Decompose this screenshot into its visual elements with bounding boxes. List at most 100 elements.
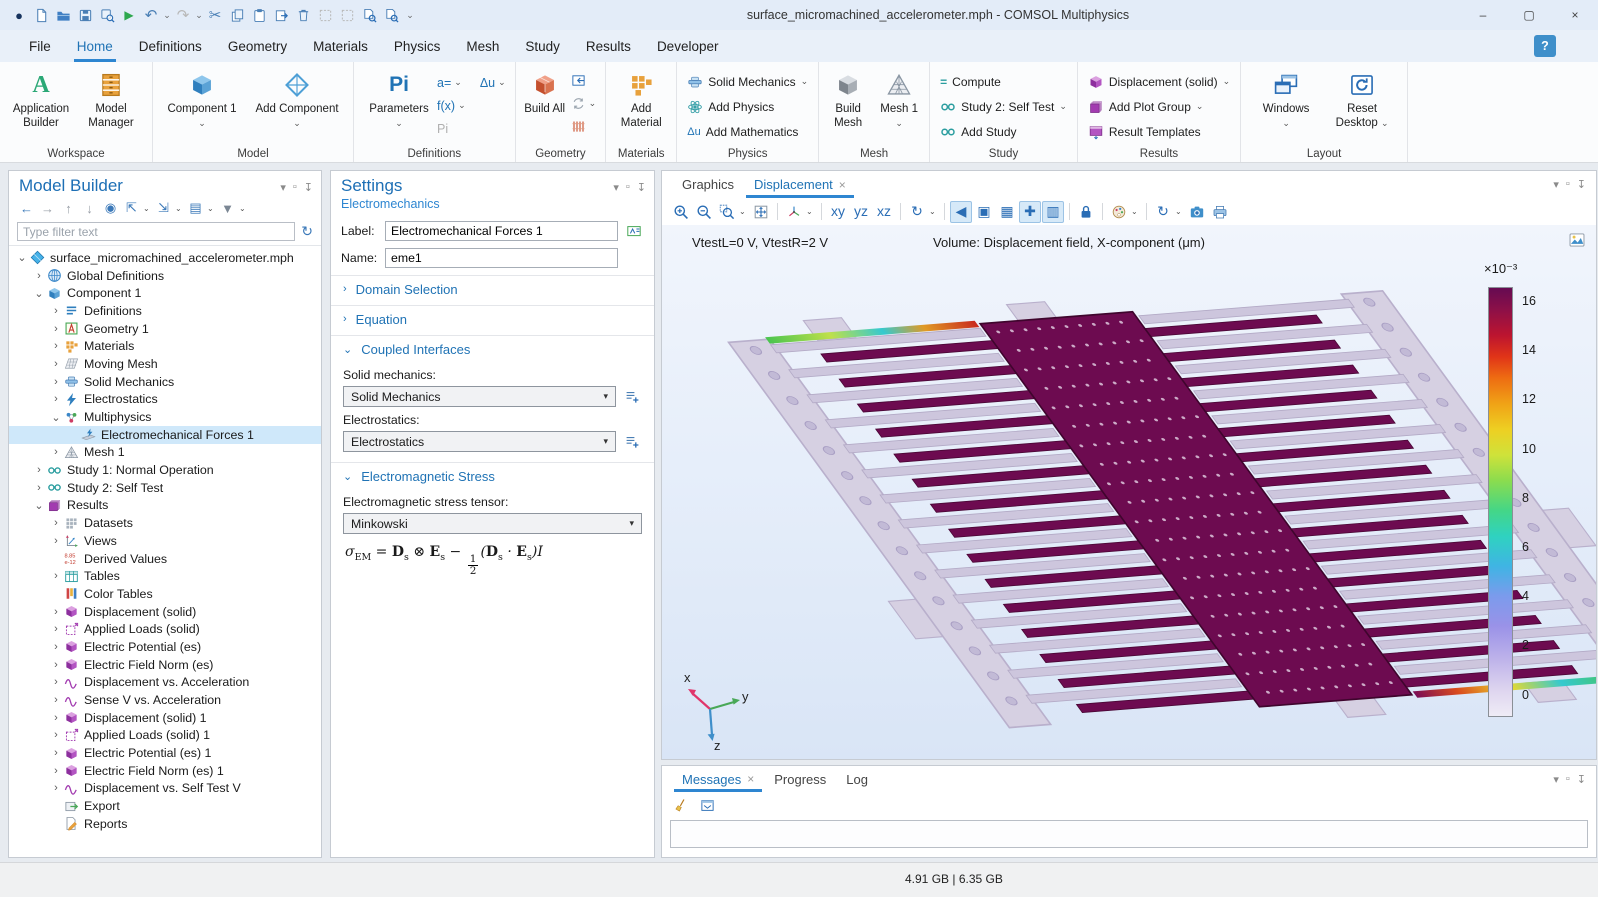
electrostatics-select[interactable]: Electrostatics▾: [343, 431, 616, 452]
view-xy-icon[interactable]: xy: [827, 201, 849, 223]
tree-collapsed-chevron-icon[interactable]: ›: [49, 606, 63, 618]
tree-node-displacement-solid-1[interactable]: ›Displacement (solid) 1: [9, 709, 321, 727]
solid-mechanics-select[interactable]: Solid Mechanics▾: [343, 386, 616, 407]
menu-mesh[interactable]: Mesh: [453, 30, 512, 62]
tree-collapsed-chevron-icon[interactable]: ›: [49, 358, 63, 370]
redo-icon[interactable]: ↷: [172, 4, 194, 26]
snapshot-icon[interactable]: [1186, 201, 1208, 223]
show-color-legend-icon[interactable]: ▥: [1042, 201, 1064, 223]
delete-icon[interactable]: [292, 4, 314, 26]
menu-materials[interactable]: Materials: [300, 30, 381, 62]
copy-icon[interactable]: [226, 4, 248, 26]
tab-graphics[interactable]: Graphics: [672, 171, 744, 198]
label-input[interactable]: [385, 221, 618, 241]
stress-tensor-select[interactable]: Minkowski▾: [343, 513, 642, 534]
section-coupled-interfaces[interactable]: ⌄ Coupled Interfaces: [331, 335, 654, 362]
tree-node-color-tables[interactable]: Color Tables: [9, 585, 321, 603]
tree-expanded-chevron-icon[interactable]: ⌄: [49, 411, 63, 424]
add-plot-group-button[interactable]: Add Plot Group⌄: [1084, 94, 1234, 119]
menu-physics[interactable]: Physics: [381, 30, 454, 62]
add-electrostatics-icon[interactable]: [622, 432, 642, 452]
tree-node-surface-micromachined-accelerometer-mph[interactable]: ⌄surface_micromachined_accelerometer.mph: [9, 249, 321, 267]
tree-collapsed-chevron-icon[interactable]: ›: [49, 340, 63, 352]
zoom-out-icon[interactable]: [693, 201, 715, 223]
zoom-box-icon[interactable]: [716, 201, 738, 223]
tree-collapsed-chevron-icon[interactable]: ›: [49, 323, 63, 335]
build-mesh-button[interactable]: Build Mesh: [825, 67, 871, 131]
appearance-icon[interactable]: [1108, 201, 1130, 223]
tree-node-moving-mesh[interactable]: ›Moving Mesh: [9, 355, 321, 373]
menu-study[interactable]: Study: [512, 30, 573, 62]
new-file-icon[interactable]: [30, 4, 52, 26]
parameters-button[interactable]: Pi Parameters⌄: [364, 67, 434, 131]
tree-collapsed-chevron-icon[interactable]: ›: [49, 517, 63, 529]
add-component-button[interactable]: Add Component ⌄: [255, 67, 339, 131]
messages-output[interactable]: [670, 820, 1588, 848]
panel-float-icon[interactable]: ▫: [293, 181, 297, 194]
tree-node-component-1[interactable]: ⌄Component 1: [9, 284, 321, 302]
lock-view-icon[interactable]: [1075, 201, 1097, 223]
active-study-select[interactable]: Study 2: Self Test⌄: [936, 94, 1071, 119]
panel-float-icon[interactable]: ▫: [1566, 178, 1570, 191]
undo-dropdown-icon[interactable]: ⌄: [162, 10, 172, 21]
tree-collapsed-chevron-icon[interactable]: ›: [49, 570, 63, 582]
tree-node-electrostatics[interactable]: ›Electrostatics: [9, 391, 321, 409]
transparency-icon[interactable]: ◀: [950, 201, 972, 223]
tree-node-materials[interactable]: ›Materials: [9, 337, 321, 355]
panel-float-icon[interactable]: ▫: [1566, 773, 1570, 786]
tree-collapsed-chevron-icon[interactable]: ›: [32, 270, 46, 282]
tree-node-datasets[interactable]: ›Datasets: [9, 514, 321, 532]
tab-progress[interactable]: Progress: [764, 766, 836, 792]
tree-collapsed-chevron-icon[interactable]: ›: [49, 641, 63, 653]
update-plot-icon[interactable]: ↻: [1152, 201, 1174, 223]
collapse-all-icon[interactable]: ⇲: [154, 199, 173, 217]
tree-node-geometry-1[interactable]: ›Geometry 1: [9, 320, 321, 338]
component-button[interactable]: Component 1 ⌄: [167, 67, 237, 131]
refresh-filter-icon[interactable]: ↻: [301, 223, 313, 240]
scene-light-icon[interactable]: ▣: [973, 201, 995, 223]
zoom-extents-icon[interactable]: [750, 201, 772, 223]
tree-node-study-1-normal-operation[interactable]: ›Study 1: Normal Operation: [9, 461, 321, 479]
geometry-update-button[interactable]: ⌄: [568, 92, 600, 115]
tree-collapsed-chevron-icon[interactable]: ›: [49, 446, 63, 458]
open-messages-window-icon[interactable]: [696, 795, 718, 815]
menu-file[interactable]: File: [16, 30, 64, 62]
windows-button[interactable]: Windows⌄: [1255, 67, 1317, 131]
find-icon[interactable]: [358, 4, 380, 26]
tree-node-displacement-solid[interactable]: ›Displacement (solid): [9, 603, 321, 621]
panel-menu-icon[interactable]: ▾: [1553, 773, 1559, 786]
model-manager-button[interactable]: Model Manager: [76, 67, 146, 131]
build-all-button[interactable]: Build All: [522, 67, 568, 116]
tree-collapsed-chevron-icon[interactable]: ›: [32, 464, 46, 476]
tree-node-applied-loads-solid-1[interactable]: ›Applied Loads (solid) 1: [9, 727, 321, 745]
tree-collapsed-chevron-icon[interactable]: ›: [49, 676, 63, 688]
plot-area[interactable]: VtestL=0 V, VtestR=2 V Volume: Displacem…: [662, 225, 1596, 759]
tree-node-electric-field-norm-es-1[interactable]: ›Electric Field Norm (es) 1: [9, 762, 321, 780]
compute-button[interactable]: =Compute: [936, 69, 1071, 94]
tree-expanded-chevron-icon[interactable]: ⌄: [32, 287, 46, 300]
add-study-button[interactable]: Add Study: [936, 119, 1071, 144]
panel-menu-icon[interactable]: ▾: [1553, 178, 1559, 191]
tree-collapsed-chevron-icon[interactable]: ›: [49, 765, 63, 777]
nonlocal-couplings-button[interactable]: Δu ⌄: [477, 71, 509, 94]
tree-node-export[interactable]: Export: [9, 797, 321, 815]
open-file-icon[interactable]: [52, 4, 74, 26]
reset-desktop-button[interactable]: Reset Desktop ⌄: [1331, 67, 1393, 131]
expand-all-icon[interactable]: ⇱: [122, 199, 141, 217]
section-domain-selection[interactable]: › Domain Selection: [331, 275, 654, 302]
application-builder-button[interactable]: A Application Builder: [6, 67, 76, 131]
menu-results[interactable]: Results: [573, 30, 644, 62]
tree-collapsed-chevron-icon[interactable]: ›: [49, 712, 63, 724]
panel-pin-icon[interactable]: ↧: [304, 181, 313, 194]
close-tab-icon[interactable]: ×: [747, 772, 754, 786]
panel-pin-icon[interactable]: ↧: [1577, 178, 1586, 191]
tree-node-definitions[interactable]: ›Definitions: [9, 302, 321, 320]
menu-home[interactable]: Home: [64, 30, 126, 62]
view-xz-icon[interactable]: xz: [873, 201, 895, 223]
add-mathematics-button[interactable]: ΔuAdd Mathematics: [683, 119, 812, 144]
tree-collapsed-chevron-icon[interactable]: ›: [49, 747, 63, 759]
cut-icon[interactable]: ✂: [204, 4, 226, 26]
zoom-in-icon[interactable]: [670, 201, 692, 223]
view-orientation-icon[interactable]: [783, 201, 805, 223]
tree-collapsed-chevron-icon[interactable]: ›: [49, 535, 63, 547]
